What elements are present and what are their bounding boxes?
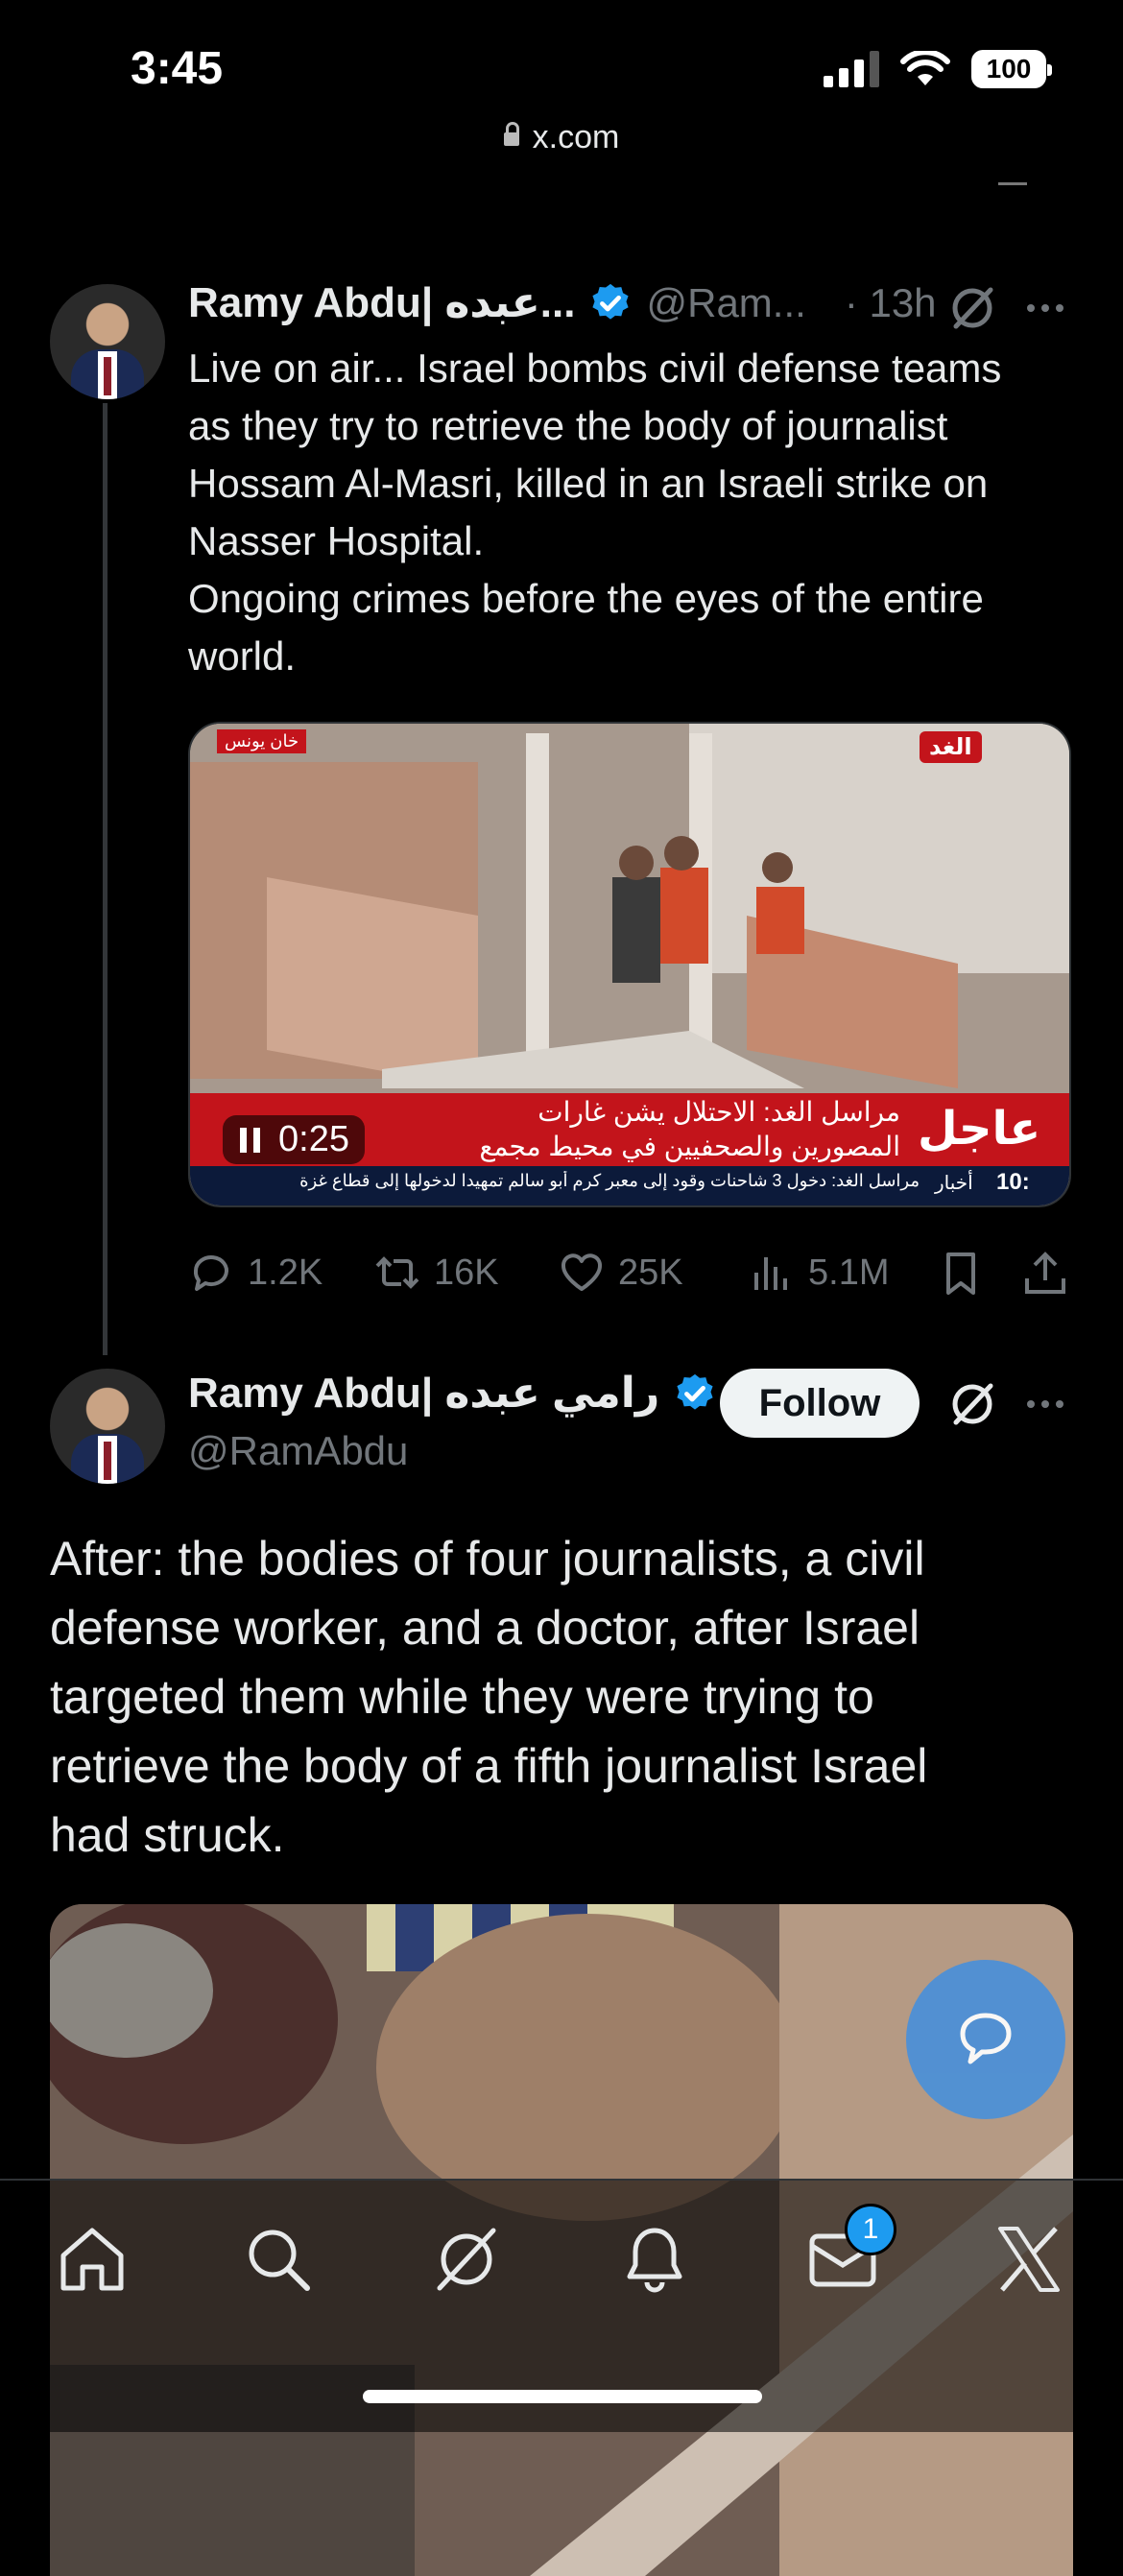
- tweet-line: Hossam Al-Masri, killed in an Israeli st…: [188, 461, 989, 506]
- bookmark-icon: [946, 1252, 975, 1295]
- channel-logo: الغد: [920, 731, 982, 763]
- author-handle[interactable]: @Ram...: [646, 280, 805, 326]
- thread-line: [103, 403, 108, 1355]
- repost-button[interactable]: 16K: [374, 1250, 499, 1296]
- tweet-line: Ongoing crimes before the eyes of the en…: [188, 576, 984, 621]
- more-icon[interactable]: [1021, 1380, 1069, 1433]
- repost-icon: [375, 1256, 419, 1289]
- url-text: x.com: [532, 119, 620, 155]
- more-icon[interactable]: [1021, 284, 1069, 337]
- headline-1: مراسل الغد: الاحتلال يشن غارات: [538, 1097, 900, 1127]
- url-bar[interactable]: x.com: [0, 119, 1123, 156]
- signal-icon: [824, 51, 879, 87]
- pause-icon[interactable]: [238, 1126, 263, 1155]
- battery-icon: 100: [971, 50, 1052, 88]
- nav-search[interactable]: [242, 2223, 315, 2296]
- tweet-line: as they try to retrieve the body of jour…: [188, 403, 948, 448]
- wifi-icon: [900, 51, 950, 85]
- share-button[interactable]: [1021, 1250, 1069, 1302]
- breaking-label: عاجل: [918, 1104, 1041, 1155]
- grok-icon[interactable]: [948, 284, 996, 337]
- divider: [998, 182, 1027, 185]
- tweet-line: had struck.: [50, 1808, 285, 1862]
- tweet-line: world.: [188, 633, 297, 679]
- ticker-clock: 10:: [996, 1169, 1030, 1195]
- author-name[interactable]: Ramy Abdu| عبده...: [188, 278, 575, 327]
- repost-count: 16K: [434, 1252, 499, 1293]
- tweet-line: retrieve the body of a fifth journalist …: [50, 1739, 928, 1793]
- follow-button[interactable]: Follow: [720, 1369, 920, 1438]
- nav-notifications[interactable]: [618, 2223, 691, 2296]
- tweet-line: Live on air... Israel bombs civil defens…: [188, 346, 1002, 391]
- bookmark-button[interactable]: [937, 1250, 985, 1302]
- tweet-line: After: the bodies of four journalists, a…: [50, 1532, 925, 1586]
- messages-badge: 1: [845, 2204, 896, 2255]
- verified-icon: [677, 1373, 713, 1410]
- tweet-line: Nasser Hospital.: [188, 518, 485, 563]
- avatar[interactable]: [50, 1369, 165, 1484]
- views-button[interactable]: 5.1M: [749, 1250, 889, 1296]
- like-count: 25K: [618, 1252, 683, 1293]
- video-time-pill[interactable]: 0:25: [223, 1115, 365, 1164]
- view-count: 5.1M: [808, 1252, 890, 1293]
- reply-count: 1.2K: [248, 1252, 323, 1293]
- tweet-header: Ramy Abdu| رامي عبده: [188, 1369, 717, 1418]
- video-duration: 0:25: [278, 1119, 349, 1159]
- tweet-time[interactable]: · 13h: [845, 280, 937, 326]
- tweet-line: targeted them while they were trying to: [50, 1670, 874, 1724]
- grok-icon: [437, 2228, 496, 2291]
- share-icon: [1025, 1252, 1065, 1294]
- author-name[interactable]: Ramy Abdu| رامي عبده: [188, 1369, 659, 1418]
- reply-icon: [193, 1255, 228, 1291]
- tweet-text: After: the bodies of four journalists, a…: [50, 1524, 1087, 1870]
- home-indicator: [363, 2390, 762, 2403]
- nav-home[interactable]: [56, 2223, 129, 2296]
- ticker-label: أخبار: [935, 1173, 973, 1194]
- news-ticker: مراسل الغد: دخول 3 شاحنات وقود إلى معبر …: [299, 1171, 920, 1190]
- author-handle[interactable]: @RamAbdu: [188, 1428, 408, 1474]
- verified-icon: [592, 283, 630, 320]
- chat-icon: [960, 2013, 1012, 2064]
- tweet-text: Live on air... Israel bombs civil defens…: [188, 340, 1090, 685]
- status-icons: 100: [824, 50, 1052, 88]
- reply-button[interactable]: 1.2K: [188, 1250, 323, 1296]
- location-tag: خان يونس: [217, 729, 307, 753]
- x-logo-icon: [998, 2227, 1060, 2292]
- tweet-header: Ramy Abdu| عبده... @Ram... · 13h: [188, 278, 937, 327]
- headline-2: المصورين والصحفيين في محيط مجمع: [479, 1132, 900, 1161]
- avatar[interactable]: [50, 284, 165, 399]
- grok-icon[interactable]: [948, 1380, 996, 1433]
- nav-grok[interactable]: [430, 2223, 503, 2296]
- bell-icon: [627, 2228, 682, 2293]
- status-time: 3:45: [131, 43, 224, 94]
- compose-fab[interactable]: [906, 1960, 1065, 2119]
- video-player[interactable]: الغد خان يونس عاجل مراسل الغد: الاحتلال …: [188, 722, 1071, 1207]
- nav-x[interactable]: [992, 2223, 1065, 2296]
- views-icon: [754, 1257, 787, 1290]
- search-icon: [249, 2230, 310, 2291]
- heart-icon: [562, 1253, 602, 1291]
- like-button[interactable]: 25K: [559, 1250, 683, 1296]
- tweet-line: defense worker, and a doctor, after Isra…: [50, 1601, 920, 1655]
- lock-icon: [503, 122, 519, 146]
- home-icon: [60, 2228, 124, 2291]
